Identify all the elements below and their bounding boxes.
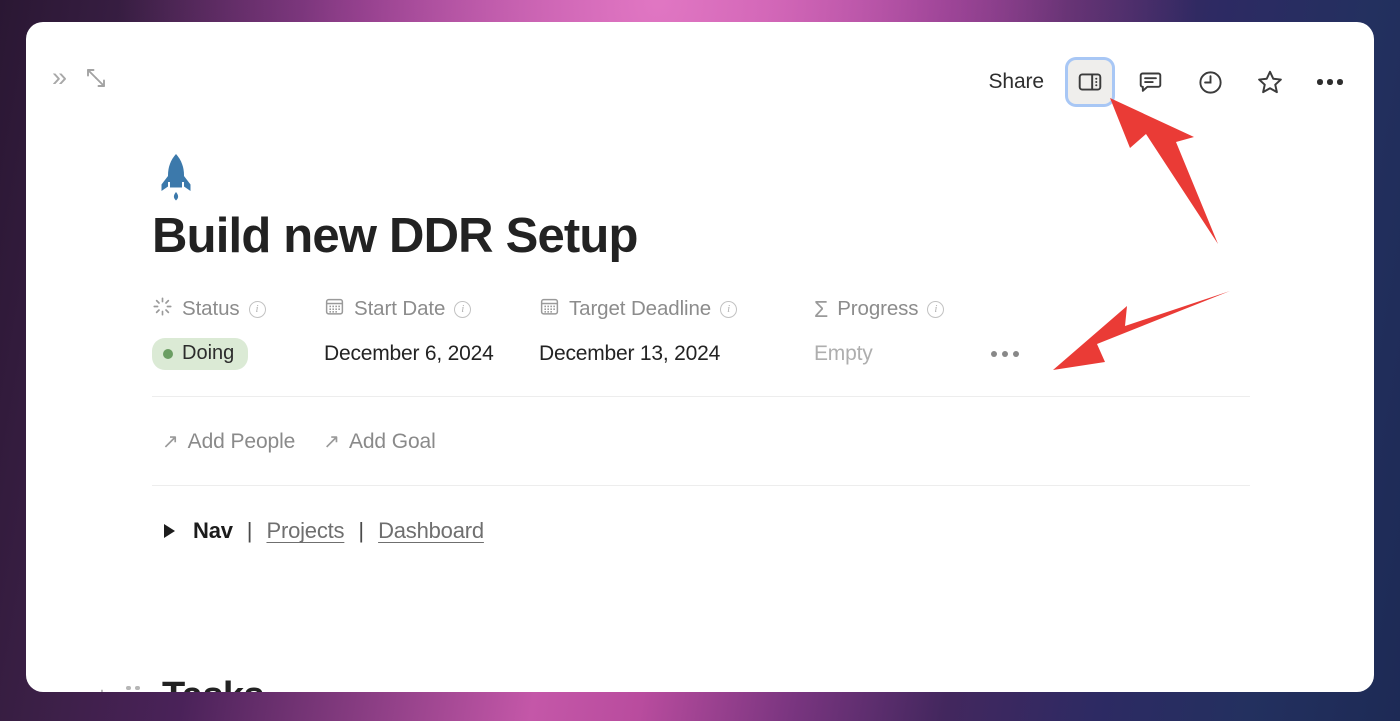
expand-diagonal-icon[interactable] [84, 66, 108, 90]
relations-row: ↗ Add People ↗ Add Goal [162, 430, 1292, 454]
page-title[interactable]: Build new DDR Setup [152, 208, 1292, 264]
property-label: Progress [837, 297, 919, 321]
info-icon[interactable]: i [454, 300, 472, 318]
clock-history-icon[interactable] [1188, 60, 1232, 104]
status-value: Doing [182, 342, 235, 365]
arrow-up-right-icon: ↗ [323, 431, 340, 454]
drag-handle-icon[interactable] [126, 685, 140, 692]
property-value-start-date[interactable]: December 6, 2024 [324, 342, 539, 366]
property-label: Start Date [354, 297, 446, 321]
property-overflow-menu-button[interactable] [991, 351, 1019, 358]
info-icon[interactable]: i [927, 300, 945, 318]
nav-link-projects[interactable]: Projects [266, 518, 344, 544]
status-badge[interactable]: Doing [152, 338, 249, 371]
property-value-row: Doing December 6, 2024 December 13, 2024… [152, 338, 1292, 371]
nav-link-dashboard[interactable]: Dashboard [378, 518, 484, 544]
add-people-label: Add People [187, 430, 296, 454]
add-goal-label: Add Goal [348, 430, 436, 454]
add-people-button[interactable]: ↗ Add People [162, 430, 295, 454]
triangle-right-icon[interactable] [164, 524, 175, 539]
property-header-start-date[interactable]: Start Date i [324, 294, 539, 324]
add-goal-button[interactable]: ↗ Add Goal [323, 430, 436, 454]
tasks-heading[interactable]: Tasks [162, 677, 265, 692]
status-spinner-icon [152, 296, 173, 323]
star-icon[interactable] [1248, 60, 1292, 104]
properties-divider [152, 396, 1250, 398]
property-header-progress[interactable]: Σ Progress i [814, 294, 945, 324]
progress-value: Empty [814, 342, 873, 366]
rocket-emoji[interactable] [153, 152, 199, 202]
info-icon[interactable]: i [248, 300, 266, 318]
comment-bubble-icon[interactable] [1128, 60, 1172, 104]
share-button[interactable]: Share [980, 66, 1052, 98]
top-bar: » Share [26, 22, 1374, 118]
sigma-rollup-icon: Σ [814, 295, 829, 322]
more-horizontal-icon[interactable] [1308, 60, 1352, 104]
arrow-up-right-icon: ↗ [162, 431, 179, 454]
target-deadline-value: December 13, 2024 [539, 342, 721, 366]
top-bar-right-controls: Share [980, 60, 1352, 104]
property-value-target-deadline[interactable]: December 13, 2024 [539, 342, 814, 366]
property-label: Target Deadline [569, 297, 712, 321]
relations-divider [152, 485, 1250, 487]
more-dots [1317, 79, 1343, 85]
tasks-heading-row: + Tasks [92, 677, 264, 692]
nav-separator: | [246, 518, 253, 544]
start-date-value: December 6, 2024 [324, 342, 494, 366]
property-header-status[interactable]: Status i [152, 294, 324, 324]
page-content: Build new DDR Setup Status i Start Date … [152, 152, 1292, 544]
property-header-target-deadline[interactable]: Target Deadline i [539, 294, 814, 324]
property-value-progress[interactable]: Empty [814, 342, 991, 366]
nav-toggle-block: Nav | Projects | Dashboard [164, 518, 1292, 544]
top-bar-left-controls: » [52, 64, 108, 91]
plus-icon[interactable]: + [92, 683, 112, 692]
nav-label: Nav [193, 518, 233, 544]
info-icon[interactable]: i [720, 300, 738, 318]
nav-separator: | [358, 518, 365, 544]
notion-window-card: » Share Build new DDR Setup Status i Sta… [26, 22, 1374, 692]
calendar-icon [324, 296, 345, 323]
calendar-icon [539, 296, 560, 323]
double-chevron-right-icon[interactable]: » [52, 64, 67, 91]
property-label: Status [182, 297, 240, 321]
side-peek-toggle-button[interactable] [1068, 60, 1112, 104]
property-value-status[interactable]: Doing [152, 338, 324, 371]
properties-block: Status i Start Date i Target Deadline i … [152, 294, 1292, 398]
property-header-row: Status i Start Date i Target Deadline i … [152, 294, 1292, 324]
status-dot-icon [163, 348, 173, 359]
